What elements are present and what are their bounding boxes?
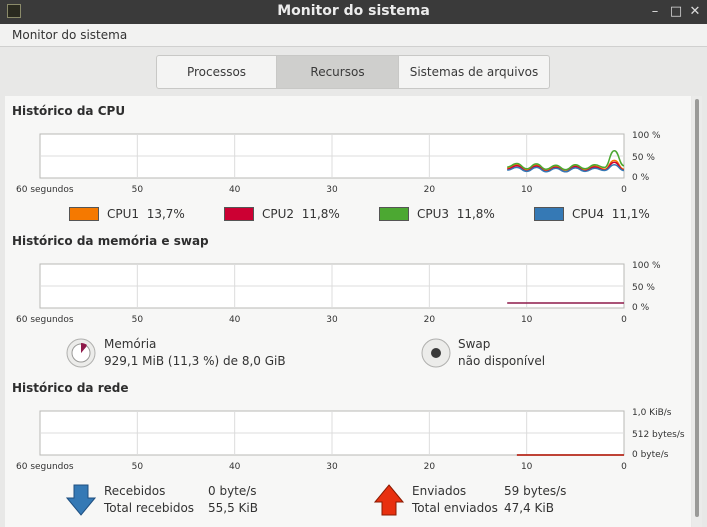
scrollbar-thumb[interactable] — [695, 99, 699, 517]
tab-recursos[interactable]: Recursos — [277, 56, 399, 88]
legend-cpu1[interactable]: CPU1 13,7% — [69, 207, 185, 221]
network-x-tick-label: 30 — [326, 462, 338, 471]
title-bar[interactable]: Monitor do sistema – □ ✕ — [0, 0, 707, 24]
minimize-icon[interactable]: – — [646, 3, 664, 21]
cpu-y-tick-label: 100 % — [632, 131, 661, 141]
cpu2-value: 11,8% — [301, 207, 340, 221]
cpu-x-tick-label: 50 — [132, 185, 144, 194]
system-monitor-window: Monitor do sistema – □ ✕ Monitor do sist… — [0, 0, 707, 527]
cpu3-value: 11,8% — [456, 207, 495, 221]
cpu4-value: 11,1% — [611, 207, 650, 221]
legend-cpu2[interactable]: CPU2 11,8% — [224, 207, 340, 221]
memory-value: 929,1 MiB (11,3 %) de 8,0 GiB — [104, 354, 286, 368]
legend-cpu3[interactable]: CPU3 11,8% — [379, 207, 495, 221]
maximize-icon[interactable]: □ — [667, 3, 685, 21]
total-received-value: 55,5 KiB — [208, 501, 258, 515]
menu-bar: Monitor do sistema — [0, 24, 707, 47]
memory-y-tick-label: 50 % — [632, 283, 655, 293]
cpu2-color-swatch[interactable] — [224, 207, 254, 221]
received-arrow-icon[interactable] — [66, 484, 96, 516]
swap-value: não disponível — [458, 354, 546, 368]
memory-section-title: Histórico da memória e swap — [12, 234, 209, 248]
memory-y-tick-label: 100 % — [632, 261, 661, 271]
memory-x-tick-label: 10 — [521, 315, 533, 324]
network-y-tick-label: 1,0 KiB/s — [632, 408, 672, 418]
cpu1-color-swatch[interactable] — [69, 207, 99, 221]
total-received-label: Total recebidos — [104, 501, 195, 515]
network-history-graph: 60 segundos 50 40 30 20 10 0 1,0 KiB/s 512 bytes… — [16, 408, 685, 471]
cpu-x-tick-label: 40 — [229, 185, 241, 194]
swap-label: Swap — [458, 337, 491, 351]
tab-processos[interactable]: Processos — [157, 56, 277, 88]
memory-x-tick-label: 60 segundos — [16, 315, 74, 324]
memory-label: Memória — [104, 337, 157, 351]
close-icon[interactable]: ✕ — [686, 3, 704, 21]
cpu4-name: CPU4 — [572, 207, 605, 221]
tab-sistemas-de-arquivos[interactable]: Sistemas de arquivos — [399, 56, 549, 88]
cpu-x-tick-label: 60 segundos — [16, 185, 74, 194]
cpu1-value: 13,7% — [146, 207, 185, 221]
cpu-x-tick-label: 0 — [621, 185, 627, 194]
swap-pie-icon[interactable] — [421, 338, 451, 368]
cpu2-name: CPU2 — [262, 207, 295, 221]
network-x-tick-label: 40 — [229, 462, 241, 471]
cpu1-name: CPU1 — [107, 207, 140, 221]
memory-x-tick-label: 20 — [424, 315, 436, 324]
cpu-x-tick-label: 10 — [521, 185, 533, 194]
memory-x-tick-label: 40 — [229, 315, 241, 324]
scrollbar[interactable] — [692, 96, 702, 527]
legend-cpu4[interactable]: CPU4 11,1% — [534, 207, 650, 221]
memory-x-tick-label: 50 — [132, 315, 144, 324]
sent-value: 59 bytes/s — [504, 484, 567, 498]
cpu3-color-swatch[interactable] — [379, 207, 409, 221]
window-title: Monitor do sistema — [277, 3, 430, 19]
cpu3-name: CPU3 — [417, 207, 450, 221]
memory-y-tick-label: 0 % — [632, 303, 650, 313]
memory-history-graph: 60 segundos 50 40 30 20 10 0 100 % 50 % 0 % — [16, 261, 661, 324]
network-x-tick-label: 60 segundos — [16, 462, 74, 471]
sent-arrow-icon[interactable] — [374, 484, 404, 516]
view-switcher: Processos Recursos Sistemas de arquivos — [156, 55, 550, 89]
memory-pie-icon[interactable] — [66, 338, 96, 368]
network-x-tick-label: 50 — [132, 462, 144, 471]
total-sent-value: 47,4 KiB — [504, 501, 554, 515]
cpu-history-graph: 60 segundos 50 40 30 20 10 0 100 % 50 % 0 % — [16, 131, 661, 194]
cpu-y-tick-label: 50 % — [632, 153, 655, 163]
sent-label: Enviados — [412, 484, 467, 498]
network-section-title: Histórico da rede — [12, 381, 129, 395]
cpu4-color-swatch[interactable] — [534, 207, 564, 221]
network-x-tick-label: 10 — [521, 462, 533, 471]
total-sent-label: Total enviados — [412, 501, 498, 515]
received-label: Recebidos — [104, 484, 166, 498]
cpu-x-tick-label: 30 — [326, 185, 338, 194]
cpu-y-tick-label: 0 % — [632, 173, 650, 183]
received-value: 0 byte/s — [208, 484, 257, 498]
network-y-tick-label: 0 byte/s — [632, 450, 669, 460]
cpu-x-tick-label: 20 — [424, 185, 436, 194]
memory-x-tick-label: 0 — [621, 315, 627, 324]
cpu-section-title: Histórico da CPU — [12, 104, 126, 118]
network-y-tick-label: 512 bytes/s — [632, 430, 685, 440]
network-x-tick-label: 20 — [424, 462, 436, 471]
memory-x-tick-label: 30 — [326, 315, 338, 324]
network-x-tick-label: 0 — [621, 462, 627, 471]
app-menu[interactable]: Monitor do sistema — [12, 28, 127, 42]
